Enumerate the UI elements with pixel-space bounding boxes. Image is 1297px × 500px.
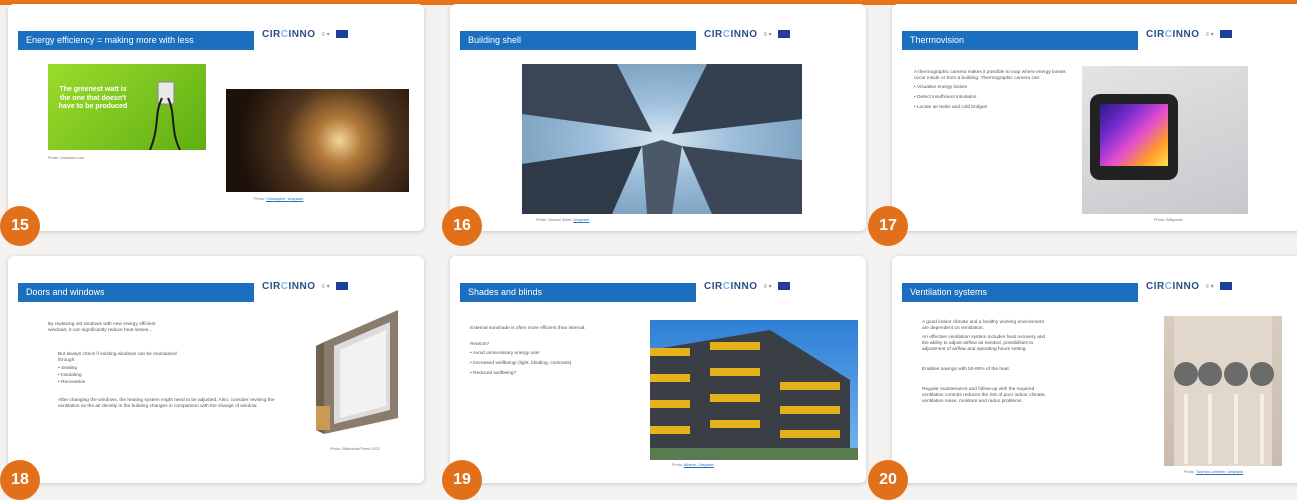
ventilation-image <box>1164 316 1282 466</box>
slide-19[interactable]: Shades and blinds CIRCINNO ≡ ▾ External … <box>450 256 866 483</box>
slide-body: A thermographic camera makes it possible… <box>914 70 1074 115</box>
image-caption: Photo: Tuomas Lehtinen, Unsplash <box>1184 470 1244 474</box>
list-item: Increased wellbeing! (light, blinding, c… <box>470 361 640 367</box>
list-item: Sealing <box>58 366 294 372</box>
thermal-camera-image <box>1082 66 1248 214</box>
slide-body: A good indoor climate and a healthy work… <box>922 320 1046 404</box>
circinno-logo: CIRCINNO ≡ ▾ <box>704 27 790 41</box>
slide-title: Energy efficiency = making more with les… <box>18 31 254 50</box>
image-caption: Photo: Unsplash.com <box>48 156 85 160</box>
partner-mark-icon: ≡ ▾ <box>763 31 772 38</box>
slide-title: Shades and blinds <box>460 283 696 302</box>
circinno-logo: CIRCINNO ≡ ▾ <box>1146 279 1232 293</box>
slide-number-badge: 18 <box>0 460 40 500</box>
eu-flag-icon <box>335 282 348 290</box>
image-caption: Photo: Wikipedia <box>1154 218 1183 222</box>
eu-flag-icon <box>1219 30 1232 38</box>
circinno-logo: CIRCINNO ≡ ▾ <box>262 27 348 41</box>
glowing-outlet-image <box>226 89 409 192</box>
list-item: Reduced wellbeing? <box>470 371 640 377</box>
slide-title: Ventilation systems <box>902 283 1138 302</box>
slide-number-badge: 20 <box>868 460 908 500</box>
power-plug-icon <box>149 81 181 150</box>
eu-flag-icon <box>335 30 348 38</box>
list-item: Avoid unnecessary energy use! <box>470 351 640 357</box>
list-item: Detect insufficient insulation <box>914 95 1074 101</box>
slide-18[interactable]: Doors and windows CIRCINNO ≡ ▾ By replac… <box>8 256 424 483</box>
slide-body: External sunshade is often more efficien… <box>470 326 640 381</box>
image-caption: Photo: Alberto, Unsplash <box>672 463 714 467</box>
building-silhouettes <box>522 64 802 214</box>
green-poster-image: The greenest watt is the one that doesn'… <box>48 64 206 150</box>
partner-mark-icon: ≡ ▾ <box>1205 283 1214 290</box>
slide-title: Building shell <box>460 31 696 50</box>
slide-title: Thermovision <box>902 31 1138 50</box>
list-item: Visualise energy losses <box>914 85 1074 91</box>
slide-number-badge: 17 <box>868 206 908 246</box>
circinno-logo: CIRCINNO ≡ ▾ <box>1146 27 1232 41</box>
window-frame-icon <box>316 310 398 434</box>
slide-15[interactable]: Energy efficiency = making more with les… <box>8 4 424 231</box>
slide-body: By replacing old windows with new energy… <box>48 322 294 413</box>
slide-16[interactable]: Building shell CIRCINNO ≡ ▾ Photo: Samue… <box>450 4 866 231</box>
list-item: Locate air leaks and cold bridges <box>914 105 1074 111</box>
eu-flag-icon <box>1219 282 1232 290</box>
slide-20[interactable]: Ventilation systems CIRCINNO ≡ ▾ A good … <box>892 256 1297 483</box>
slide-17[interactable]: Thermovision CIRCINNO ≡ ▾ A thermographi… <box>892 4 1297 231</box>
thermal-screen <box>1100 104 1168 166</box>
poster-text: The greenest watt is the one that doesn'… <box>58 86 128 110</box>
image-caption: Photo: Samuel Zeller, Unsplash <box>536 218 590 222</box>
slide-title: Doors and windows <box>18 283 254 302</box>
window-frame-image <box>306 306 410 436</box>
ventilation-grilles <box>1174 316 1274 466</box>
image-caption-right: Photo: Christopher, Unsplash <box>254 197 304 201</box>
partner-mark-icon: ≡ ▾ <box>321 283 330 290</box>
list-item: Insulating <box>58 373 294 379</box>
slide-number-badge: 19 <box>442 460 482 500</box>
partner-mark-icon: ≡ ▾ <box>1205 31 1214 38</box>
partner-mark-icon: ≡ ▾ <box>763 283 772 290</box>
slide-number-badge: 15 <box>0 206 40 246</box>
circinno-logo: CIRCINNO ≡ ▾ <box>704 279 790 293</box>
skyscrapers-image <box>522 64 802 214</box>
building-facade <box>650 330 858 460</box>
eu-flag-icon <box>777 282 790 290</box>
eu-flag-icon <box>777 30 790 38</box>
image-caption: Photo: Wikimedia/Trend 2022 <box>330 447 380 451</box>
building-with-shades-image <box>650 320 858 460</box>
slide-number-badge: 16 <box>442 206 482 246</box>
circinno-logo: CIRCINNO ≡ ▾ <box>262 279 348 293</box>
list-item: Renovation <box>58 380 294 386</box>
partner-mark-icon: ≡ ▾ <box>321 31 330 38</box>
